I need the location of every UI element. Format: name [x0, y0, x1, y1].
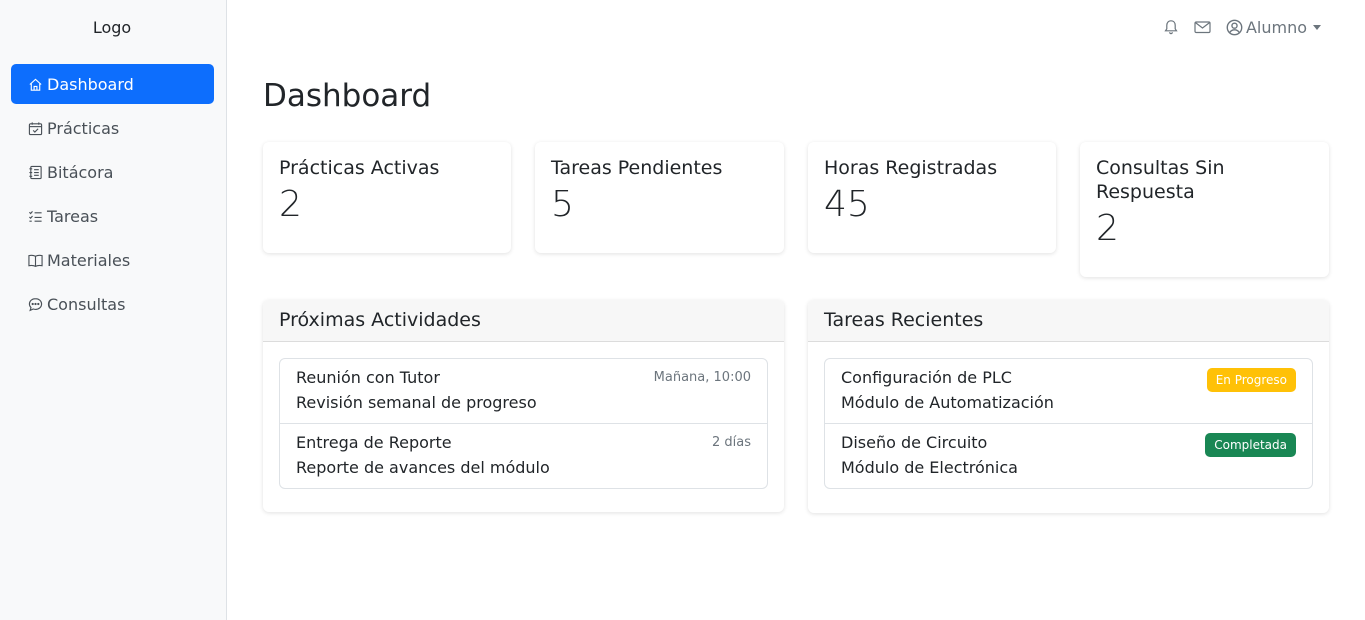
stat-label: Prácticas Activas	[279, 157, 440, 179]
sidebar-item-practicas[interactable]: Prácticas	[11, 108, 214, 148]
stat-label: Horas Registradas	[824, 157, 998, 179]
sidebar-item-label: Bitácora	[47, 162, 114, 182]
activity-time: 2 días	[711, 435, 751, 450]
bell-icon[interactable]	[1162, 18, 1180, 36]
list-item[interactable]: Reunión con Tutor Mañana, 10:00 Revisión…	[280, 359, 767, 423]
page-title: Dashboard	[263, 78, 432, 114]
sidebar-item-dashboard[interactable]: Dashboard	[11, 64, 214, 104]
envelope-icon[interactable]	[1194, 18, 1212, 36]
recent-tasks-panel: Tareas Recientes Configuración de PLC En…	[808, 300, 1329, 513]
sidebar-item-bitacora[interactable]: Bitácora	[11, 152, 214, 192]
list-item[interactable]: Entrega de Reporte 2 días Reporte de ava…	[280, 423, 767, 488]
logo[interactable]: Logo	[0, 18, 224, 37]
sidebar-item-tareas[interactable]: Tareas	[11, 196, 214, 236]
stat-label: Tareas Pendientes	[551, 157, 723, 179]
stat-card-horas-registradas: Horas Registradas 45	[808, 142, 1056, 253]
stat-value: 45	[824, 184, 870, 225]
activity-title: Entrega de Reporte	[296, 433, 452, 452]
task-module: Módulo de Electrónica	[841, 458, 1018, 477]
status-badge: En Progreso	[1206, 368, 1296, 392]
sidebar-item-label: Prácticas	[47, 118, 120, 138]
list-item[interactable]: Configuración de PLC En Progreso Módulo …	[825, 359, 1312, 423]
calendar-check-icon	[27, 120, 44, 137]
stat-card-consultas-sin-respuesta: Consultas Sin Respuesta 2	[1080, 142, 1329, 277]
panel-title: Tareas Recientes	[808, 300, 1329, 342]
sidebar-item-materiales[interactable]: Materiales	[11, 240, 214, 280]
activity-time: Mañana, 10:00	[653, 370, 751, 385]
sidebar-item-consultas[interactable]: Consultas	[11, 284, 214, 324]
stat-value: 2	[1096, 208, 1119, 249]
stat-card-tareas-pendientes: Tareas Pendientes 5	[535, 142, 784, 253]
house-icon	[27, 76, 44, 93]
stat-card-practicas-activas: Prácticas Activas 2	[263, 142, 511, 253]
list-item[interactable]: Diseño de Circuito Completada Módulo de …	[825, 423, 1312, 488]
status-badge: Completada	[1205, 433, 1296, 457]
sidebar-item-label: Dashboard	[47, 74, 134, 94]
topbar: Alumno	[1148, 16, 1321, 38]
book-icon	[27, 252, 44, 269]
user-name: Alumno	[1245, 17, 1307, 37]
task-list: Configuración de PLC En Progreso Módulo …	[824, 358, 1313, 489]
person-circle-icon	[1226, 19, 1243, 35]
chevron-down-icon	[1313, 24, 1321, 30]
stat-value: 2	[279, 184, 302, 225]
sidebar-item-label: Materiales	[47, 250, 131, 270]
task-module: Módulo de Automatización	[841, 393, 1054, 412]
sidebar: Logo Dashboard Prácticas Bitácora Tareas	[0, 0, 227, 620]
journal-icon	[27, 164, 44, 181]
sidebar-item-label: Consultas	[47, 294, 126, 314]
user-menu[interactable]: Alumno	[1226, 18, 1321, 37]
stat-label: Consultas Sin Respuesta	[1096, 157, 1225, 203]
sidebar-nav: Dashboard Prácticas Bitácora Tareas Mate…	[11, 64, 214, 328]
activity-list: Reunión con Tutor Mañana, 10:00 Revisión…	[279, 358, 768, 489]
activity-description: Revisión semanal de progreso	[296, 393, 537, 412]
chat-dots-icon	[27, 296, 44, 313]
stat-value: 5	[551, 184, 574, 225]
panel-title: Próximas Actividades	[263, 300, 784, 342]
upcoming-activities-panel: Próximas Actividades Reunión con Tutor M…	[263, 300, 784, 512]
list-check-icon	[27, 208, 44, 225]
sidebar-item-label: Tareas	[47, 206, 99, 226]
activity-description: Reporte de avances del módulo	[296, 458, 550, 477]
